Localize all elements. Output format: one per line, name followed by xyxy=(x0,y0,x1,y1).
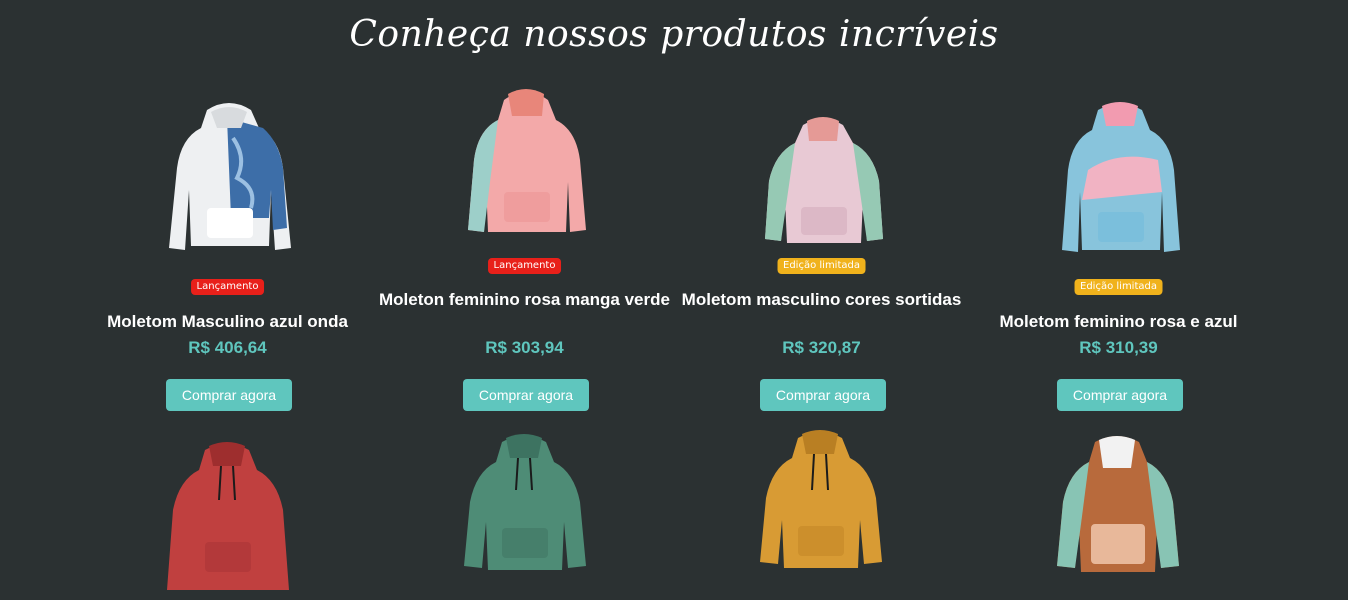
product-name: Moletom feminino rosa e azul xyxy=(999,312,1238,331)
brown-hoodie-icon xyxy=(1057,436,1179,572)
status-badge: Lançamento xyxy=(190,279,265,295)
buy-now-button[interactable]: Comprar agora xyxy=(463,379,589,411)
buy-now-button[interactable]: Comprar agora xyxy=(760,379,886,411)
product-price: R$ 406,64 xyxy=(188,338,267,357)
pink-green-hoodie-icon xyxy=(468,89,586,232)
product-price: R$ 303,94 xyxy=(485,338,564,357)
status-badge: Lançamento xyxy=(487,258,562,274)
status-badge: Edição limitada xyxy=(1074,279,1163,295)
product-name: Moleton feminino rosa manga verde xyxy=(379,290,670,309)
pink-blue-hoodie-icon xyxy=(1062,102,1180,252)
mustard-hoodie-icon xyxy=(760,430,882,568)
page-title: Conheça nossos produtos incríveis xyxy=(349,14,999,55)
buy-now-button[interactable]: Comprar agora xyxy=(1057,379,1183,411)
status-badge: Edição limitada xyxy=(777,258,866,274)
product-price: R$ 310,39 xyxy=(1079,338,1158,357)
green-hoodie-icon xyxy=(464,434,586,570)
pastel-hoodie-icon xyxy=(765,117,883,243)
blue-wave-hoodie-icon xyxy=(169,103,291,250)
red-hoodie-icon xyxy=(167,442,289,590)
product-price: R$ 320,87 xyxy=(782,338,861,357)
buy-now-button[interactable]: Comprar agora xyxy=(166,379,292,411)
product-name: Moletom Masculino azul onda xyxy=(107,312,348,331)
product-name: Moletom masculino cores sortidas xyxy=(681,290,962,309)
